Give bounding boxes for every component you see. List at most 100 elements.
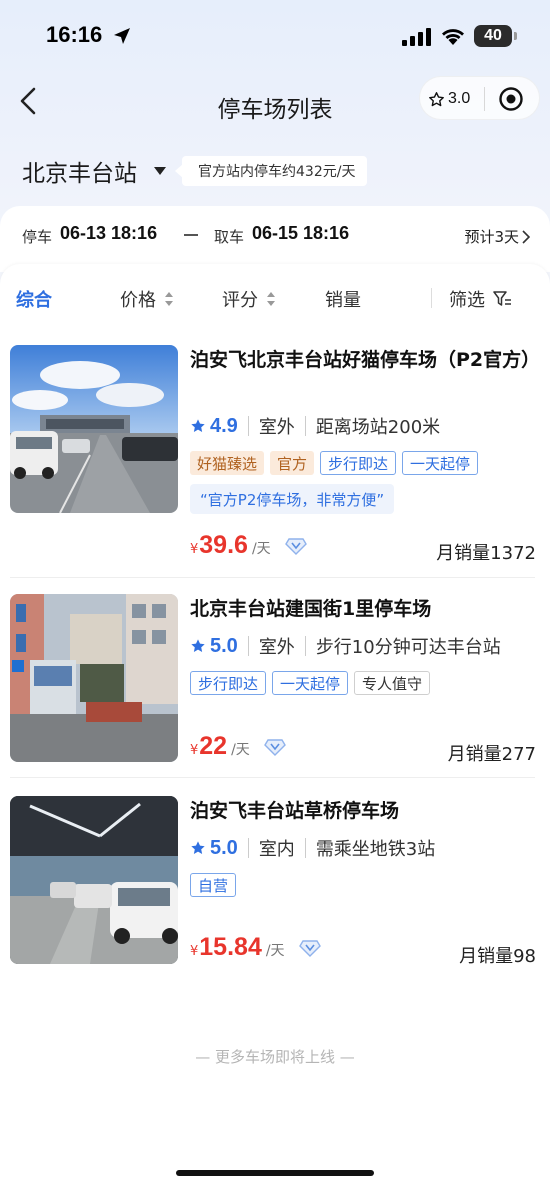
rating-score: 4.9 bbox=[210, 414, 238, 437]
parking-lot-card[interactable]: 北京丰台站建国街1里停车场 5.0 室外 步行10分钟可达丰台站 步行即达 一天… bbox=[10, 594, 540, 794]
monthly-sales: 月销量98 bbox=[459, 946, 536, 967]
pickup-time[interactable]: 06-15 18:16 bbox=[252, 223, 349, 244]
star-icon bbox=[191, 639, 205, 652]
monthly-sales: 月销量1372 bbox=[436, 543, 536, 564]
tag: 步行即达 bbox=[190, 671, 267, 695]
close-miniprogram-icon[interactable] bbox=[498, 86, 524, 112]
parking-lot-photo bbox=[10, 345, 178, 513]
vip-diamond-icon bbox=[263, 738, 286, 756]
tag: 步行即达 bbox=[320, 451, 397, 475]
sort-price-label: 价格 bbox=[120, 290, 156, 311]
rating-score: 5.0 bbox=[210, 634, 238, 657]
sort-sales-label: 销量 bbox=[325, 290, 361, 311]
price-value: 39.6 bbox=[199, 531, 248, 559]
parking-time-card[interactable]: 停车 06-13 18:16 取车 06-15 18:16 预计3天 bbox=[0, 206, 550, 272]
meta-divider bbox=[304, 636, 306, 656]
tag: 一天起停 bbox=[402, 451, 479, 475]
parking-lot-card[interactable]: 泊安飞北京丰台站好猫停车场（P2官方） 4.9 室外 距离场站200米 好猫臻选… bbox=[10, 345, 541, 564]
chevron-right-icon bbox=[522, 229, 530, 244]
monthly-sales: 月销量277 bbox=[447, 744, 536, 765]
duration-estimate[interactable]: 预计3天 bbox=[464, 226, 530, 247]
tag: 一天起停 bbox=[272, 671, 349, 695]
sort-rating[interactable]: 评分 bbox=[222, 286, 276, 312]
parking-lot-meta: 5.0 室外 步行10分钟可达丰台站 bbox=[190, 633, 501, 659]
meta-divider bbox=[304, 416, 306, 436]
sort-comprehensive-label: 综合 bbox=[16, 290, 52, 311]
price-block: ¥ 22 /天 bbox=[190, 732, 286, 761]
parking-lot-meta: 4.9 室外 距离场站200米 bbox=[190, 413, 440, 439]
station-selector-row: 北京丰台站 官方站内停车约432元/天 bbox=[0, 150, 550, 194]
meta-divider bbox=[304, 838, 306, 858]
review-quote: “官方P2停车场，非常方便” bbox=[190, 484, 395, 514]
caret-down-icon[interactable] bbox=[153, 166, 167, 176]
sort-price[interactable]: 价格 bbox=[120, 286, 174, 312]
parking-lot-photo bbox=[10, 594, 178, 762]
sort-arrows-icon bbox=[267, 292, 275, 306]
wifi-icon bbox=[442, 29, 464, 45]
tag: 专人值守 bbox=[354, 671, 431, 695]
price-value: 15.84 bbox=[199, 933, 262, 961]
lot-distance: 需乘坐地铁3站 bbox=[315, 839, 436, 860]
parking-lot-card[interactable]: 泊安飞丰台站草桥停车场 5.0 室内 需乘坐地铁3站 自营 ¥ 15.84 /天… bbox=[10, 796, 540, 996]
capsule-score-text: 3.0 bbox=[448, 90, 471, 107]
price-unit: /天 bbox=[231, 742, 250, 758]
star-outline-icon bbox=[429, 91, 444, 106]
cellular-signal-icon bbox=[402, 28, 431, 46]
meta-divider bbox=[247, 636, 249, 656]
star-icon bbox=[191, 419, 205, 432]
park-time[interactable]: 06-13 18:16 bbox=[60, 223, 157, 244]
duration-text: 预计3天 bbox=[464, 228, 519, 246]
price-unit: /天 bbox=[265, 943, 285, 959]
battery-indicator: 40 bbox=[474, 25, 517, 47]
parking-lot-title: 北京丰台站建国街1里停车场 bbox=[190, 598, 432, 620]
tag: 好猫臻选 bbox=[190, 451, 265, 475]
sort-bar: 综合 价格 评分 销量 筛选 bbox=[0, 264, 550, 330]
sort-sales[interactable]: 销量 bbox=[325, 286, 361, 312]
filter-label: 筛选 bbox=[449, 290, 485, 311]
currency-symbol: ¥ bbox=[190, 542, 199, 557]
tag-list: 步行即达 一天起停 专人值守 bbox=[190, 671, 431, 697]
price-block: ¥ 15.84 /天 bbox=[190, 933, 321, 962]
tag-list: 好猫臻选 官方 步行即达 一天起停 bbox=[190, 451, 479, 477]
lot-type: 室外 bbox=[258, 637, 295, 658]
filter-button[interactable]: 筛选 bbox=[449, 286, 513, 312]
time-dash bbox=[184, 234, 198, 236]
mini-program-capsule: 3.0 bbox=[419, 76, 540, 120]
parking-lot-title: 泊安飞丰台站草桥停车场 bbox=[190, 800, 400, 822]
meta-divider bbox=[247, 416, 249, 436]
currency-symbol: ¥ bbox=[190, 743, 199, 758]
rating-score: 5.0 bbox=[210, 836, 238, 859]
list-divider bbox=[10, 777, 535, 778]
pickup-label: 取车 bbox=[214, 228, 245, 246]
lot-type: 室外 bbox=[258, 417, 295, 438]
meta-divider bbox=[247, 838, 249, 858]
lot-type: 室内 bbox=[258, 839, 295, 860]
capsule-rating-button[interactable]: 3.0 bbox=[428, 77, 470, 121]
price-value: 22 bbox=[199, 732, 228, 760]
vip-diamond-icon bbox=[298, 939, 321, 957]
more-lots-note: — 更多车场即将上线 — bbox=[195, 1048, 355, 1066]
home-indicator[interactable] bbox=[176, 1170, 374, 1176]
park-label: 停车 bbox=[22, 228, 53, 246]
status-time: 16:16 bbox=[46, 22, 103, 47]
station-name[interactable]: 北京丰台站 bbox=[22, 154, 137, 188]
price-block: ¥ 39.6 /天 bbox=[190, 531, 307, 560]
parking-lot-title: 泊安飞北京丰台站好猫停车场（P2官方） bbox=[190, 349, 541, 371]
sort-divider bbox=[431, 288, 432, 308]
official-price-notice: 官方站内停车约432元/天 bbox=[174, 156, 368, 186]
status-bar: 16:16 40 bbox=[0, 0, 550, 70]
lot-distance: 步行10分钟可达丰台站 bbox=[315, 637, 501, 658]
tag-list: 自营 bbox=[190, 873, 237, 899]
tag: 官方 bbox=[270, 451, 315, 475]
parking-lot-photo bbox=[10, 796, 178, 964]
capsule-divider bbox=[484, 87, 485, 111]
sort-rating-label: 评分 bbox=[222, 290, 258, 311]
filter-funnel-icon bbox=[493, 291, 511, 306]
vip-diamond-icon bbox=[284, 537, 307, 555]
navigation-bar: 停车场列表 3.0 bbox=[0, 70, 550, 136]
location-arrow-icon bbox=[114, 28, 130, 44]
sort-arrows-icon bbox=[165, 292, 173, 306]
parking-lot-meta: 5.0 室内 需乘坐地铁3站 bbox=[190, 835, 435, 861]
price-unit: /天 bbox=[251, 541, 271, 557]
sort-comprehensive[interactable]: 综合 bbox=[16, 286, 52, 312]
